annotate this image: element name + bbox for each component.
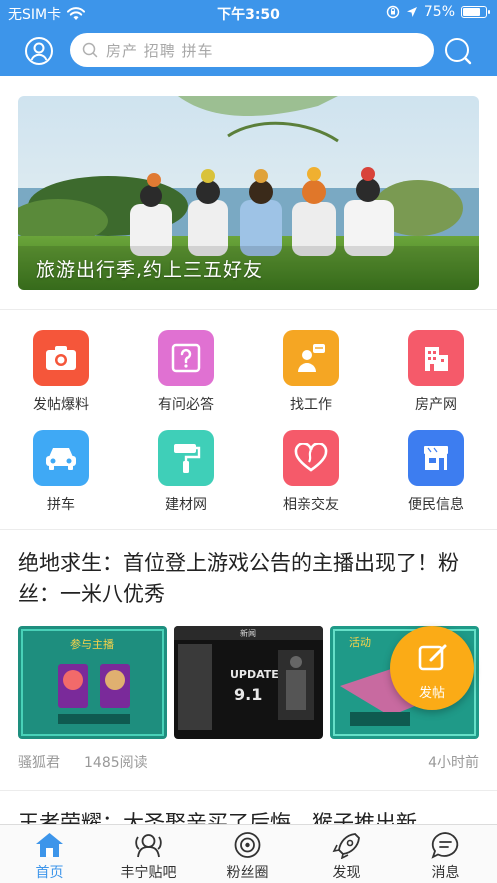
tab-label: 消息 <box>431 865 460 881</box>
fan-circle-icon <box>234 832 261 858</box>
grid-label: 便民信息 <box>408 497 464 513</box>
tab-label: 丰宁贴吧 <box>120 865 177 881</box>
tab-community[interactable]: 丰宁贴吧 <box>99 825 198 883</box>
tab-fan-circle[interactable]: 粉丝圈 <box>198 825 297 883</box>
grid-item-dating[interactable]: 相亲交友 <box>261 430 361 514</box>
grid-icon-bg <box>158 430 214 486</box>
grid-label: 发帖爆料 <box>33 397 89 413</box>
grid-label: 拼车 <box>47 497 75 513</box>
grid-item-local-info[interactable]: 便民信息 <box>386 430 486 514</box>
edit-icon <box>418 644 447 671</box>
grid-label: 相亲交友 <box>283 497 339 513</box>
grid-icon-bg <box>33 430 89 486</box>
tab-label: 发现 <box>332 865 361 881</box>
battery-text: 75% <box>423 4 455 20</box>
grid-item-carpool[interactable]: 拼车 <box>11 430 111 514</box>
thumbnail-1: 参与主播 <box>18 626 167 739</box>
thumbnail-2-update: UPDATE <box>230 668 279 681</box>
battery-icon <box>461 6 490 18</box>
section-divider <box>0 790 497 791</box>
search-placeholder: 房产 招聘 拼车 <box>106 41 214 60</box>
section-divider <box>0 529 497 530</box>
thumbnail-1-title: 参与主播 <box>70 637 114 651</box>
community-icon <box>135 834 162 858</box>
thumbnail-2-version: 9.1 <box>234 685 262 704</box>
thumbnail-2: 新闻 UPDATE 9.1 <box>174 626 323 739</box>
tab-messages[interactable]: 消息 <box>396 825 495 883</box>
grid-label: 建材网 <box>165 497 207 513</box>
grid-item-jobs[interactable]: 找工作 <box>261 330 361 414</box>
grid-icon-bg <box>408 330 464 386</box>
tab-home[interactable]: 首页 <box>0 825 99 883</box>
grid-label: 房产网 <box>415 397 457 413</box>
tab-label: 粉丝圈 <box>226 865 269 881</box>
article-author[interactable]: 骚狐君 <box>18 752 60 772</box>
section-divider <box>0 309 497 310</box>
job-icon <box>298 344 325 372</box>
paint-roller-icon <box>174 444 201 473</box>
grid-icon-bg <box>283 430 339 486</box>
home-icon <box>36 833 63 857</box>
question-icon <box>171 343 201 373</box>
rocket-icon <box>332 833 360 859</box>
grid-item-post[interactable]: 发帖爆料 <box>11 330 111 414</box>
grid-icon-bg <box>408 430 464 486</box>
grid-item-housing[interactable]: 房产网 <box>386 330 486 414</box>
thumbnail-2-title: 新闻 <box>240 628 256 638</box>
heart-icon <box>294 443 328 472</box>
search-icon <box>82 42 98 58</box>
grid-icon-bg <box>283 330 339 386</box>
fab-label: 发帖 <box>418 686 445 701</box>
bottom-tab-bar: 首页 丰宁贴吧 粉丝圈 发现 消息 <box>0 824 497 883</box>
shop-icon <box>424 446 448 470</box>
post-fab-button[interactable]: 发帖 <box>390 626 474 710</box>
status-right: 75% <box>386 4 490 20</box>
thumbnail-3-title: 活动 <box>349 636 371 649</box>
status-bar: 无SIM卡 下午3:50 75% <box>0 0 497 26</box>
grid-label: 找工作 <box>290 397 332 413</box>
search-input[interactable]: 房产 招聘 拼车 <box>70 33 434 67</box>
banner-carousel[interactable]: 旅游出行季,约上三五好友 <box>18 96 479 290</box>
building-icon <box>425 347 448 371</box>
camera-icon <box>46 346 76 370</box>
message-icon <box>431 832 459 859</box>
thumbnail-image: 新闻 UPDATE 9.1 <box>174 626 323 739</box>
user-profile-icon[interactable] <box>24 36 54 66</box>
search-button[interactable] <box>443 36 473 66</box>
orientation-lock-icon <box>386 5 400 19</box>
grid-item-qa[interactable]: 有问必答 <box>136 330 236 414</box>
banner-caption: 旅游出行季,约上三五好友 <box>36 259 264 281</box>
tab-discover[interactable]: 发现 <box>297 825 396 883</box>
tab-label: 首页 <box>35 865 64 881</box>
car-icon <box>46 448 76 470</box>
grid-icon-bg <box>158 330 214 386</box>
grid-icon-bg <box>33 330 89 386</box>
app-header: 无SIM卡 下午3:50 75% 房产 招聘 拼车 <box>0 0 497 76</box>
grid-item-building-materials[interactable]: 建材网 <box>136 430 236 514</box>
thumbnail-image: 参与主播 <box>18 626 167 739</box>
location-icon <box>406 7 417 17</box>
grid-label: 有问必答 <box>158 397 214 413</box>
article-time: 4小时前 <box>428 755 479 771</box>
article-title[interactable]: 绝地求生：首位登上游戏公告的主播出现了！粉丝：一米八优秀 <box>18 548 480 610</box>
article-read-count: 1485阅读 <box>84 755 148 771</box>
